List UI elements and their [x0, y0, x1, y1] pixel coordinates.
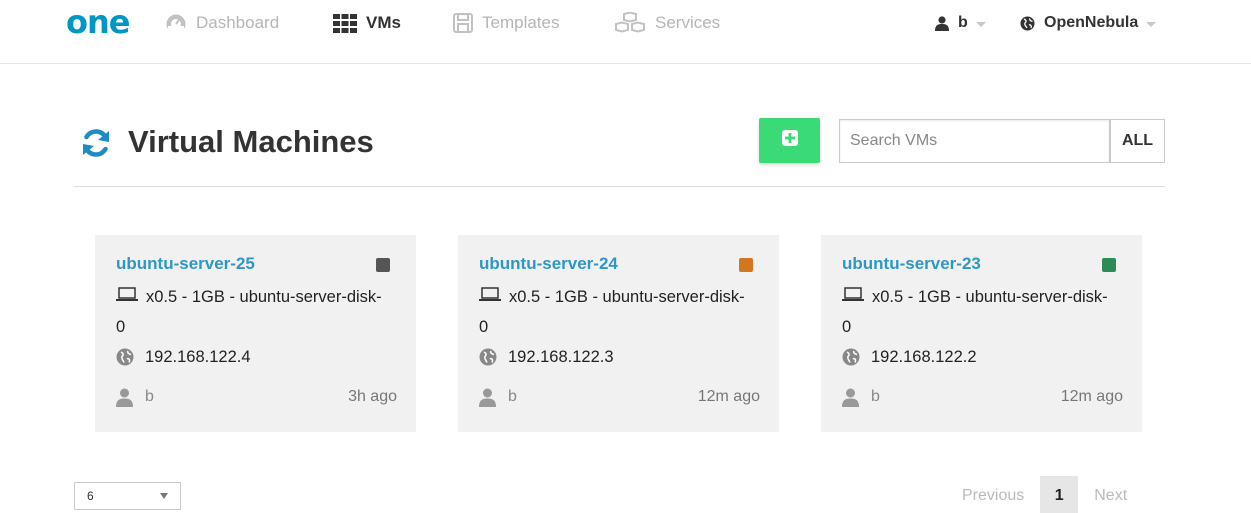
vm-ip: 192.168.122.4	[116, 345, 396, 369]
vm-card[interactable]: ubuntu-server-25 x0.5 - 1GB - ubuntu-ser…	[95, 235, 416, 432]
globe-icon	[842, 348, 860, 366]
chevron-down-icon	[1146, 21, 1157, 27]
next-page-button[interactable]: Next	[1082, 487, 1139, 505]
user-menu-label: b	[958, 14, 968, 31]
chevron-down-icon	[975, 21, 986, 27]
vm-name-link[interactable]: ubuntu-server-24	[479, 253, 759, 275]
vm-spec-text: x0.5 - 1GB - ubuntu-server-disk-0	[842, 288, 1108, 336]
pagination: Previous 1 Next	[950, 476, 1139, 513]
vm-state-indicator	[1102, 258, 1116, 272]
vm-state-indicator	[376, 258, 390, 272]
page-title: Virtual Machines	[128, 124, 374, 159]
laptop-icon	[116, 281, 138, 311]
opennebula-logo[interactable]: one	[66, 6, 130, 38]
vm-ip-text: 192.168.122.2	[871, 348, 977, 366]
vm-name-link[interactable]: ubuntu-server-25	[116, 253, 396, 275]
vm-name-link[interactable]: ubuntu-server-23	[842, 253, 1122, 275]
nav-dashboard[interactable]: Dashboard	[165, 11, 279, 35]
vm-spec: x0.5 - 1GB - ubuntu-server-disk-0	[479, 282, 751, 342]
floppy-icon	[453, 13, 473, 33]
zone-menu[interactable]: OpenNebula	[1020, 11, 1157, 35]
zone-menu-label: OpenNebula	[1044, 14, 1139, 31]
page-size-select[interactable]: 6	[74, 482, 181, 510]
vm-card[interactable]: ubuntu-server-24 x0.5 - 1GB - ubuntu-ser…	[458, 235, 779, 432]
nav-services[interactable]: Services	[614, 11, 720, 35]
user-icon	[479, 388, 496, 407]
nav-vms[interactable]: VMs	[333, 11, 401, 35]
dashboard-icon	[165, 13, 187, 33]
cubes-icon	[614, 12, 646, 34]
vm-ip-text: 192.168.122.4	[145, 348, 251, 366]
laptop-icon	[479, 281, 501, 311]
vm-owner-name: b	[871, 388, 880, 405]
user-icon	[116, 388, 133, 407]
vm-owner: b	[479, 388, 517, 407]
nav-templates-label: Templates	[482, 13, 560, 32]
vm-card-footer: b 3h ago	[116, 386, 397, 408]
nav-dashboard-label: Dashboard	[196, 13, 280, 32]
search-input[interactable]	[839, 119, 1110, 163]
vm-age: 3h ago	[348, 388, 397, 405]
globe-icon	[479, 348, 497, 366]
user-icon	[842, 388, 859, 407]
vm-owner: b	[116, 388, 154, 407]
nav-services-label: Services	[655, 13, 721, 32]
vm-age: 12m ago	[697, 388, 760, 405]
plus-icon	[781, 130, 798, 151]
vm-spec-text: x0.5 - 1GB - ubuntu-server-disk-0	[116, 288, 382, 336]
refresh-icon[interactable]	[80, 128, 112, 163]
previous-page-button[interactable]: Previous	[950, 487, 1036, 505]
grid-icon	[333, 13, 357, 33]
globe-icon	[1020, 16, 1035, 31]
current-page-button[interactable]: 1	[1040, 476, 1079, 513]
user-icon	[935, 15, 949, 31]
globe-icon	[116, 348, 134, 366]
add-vm-button[interactable]	[759, 118, 820, 163]
vm-owner-name: b	[508, 388, 517, 405]
vm-state-indicator	[739, 258, 753, 272]
vm-spec: x0.5 - 1GB - ubuntu-server-disk-0	[116, 282, 388, 342]
filter-all-button[interactable]: ALL	[1110, 119, 1165, 163]
vm-owner: b	[842, 388, 880, 407]
page-size-value: 6	[87, 489, 94, 503]
page-header: Virtual Machines ALL	[74, 118, 1165, 187]
nav-templates[interactable]: Templates	[453, 11, 559, 35]
nav-vms-label: VMs	[366, 13, 401, 32]
top-navbar: one Dashboard VMs Templates Services b O…	[0, 0, 1251, 64]
chevron-down-icon	[160, 493, 168, 499]
vm-card-footer: b 12m ago	[479, 386, 760, 408]
laptop-icon	[842, 281, 864, 311]
vm-owner-name: b	[145, 388, 154, 405]
vm-card[interactable]: ubuntu-server-23 x0.5 - 1GB - ubuntu-ser…	[821, 235, 1142, 432]
vm-age: 12m ago	[1060, 388, 1123, 405]
vm-spec: x0.5 - 1GB - ubuntu-server-disk-0	[842, 282, 1114, 342]
vm-ip-text: 192.168.122.3	[508, 348, 614, 366]
vm-ip: 192.168.122.3	[479, 345, 759, 369]
vm-ip: 192.168.122.2	[842, 345, 1122, 369]
vm-card-footer: b 12m ago	[842, 386, 1123, 408]
vm-spec-text: x0.5 - 1GB - ubuntu-server-disk-0	[479, 288, 745, 336]
user-menu[interactable]: b	[935, 11, 986, 35]
